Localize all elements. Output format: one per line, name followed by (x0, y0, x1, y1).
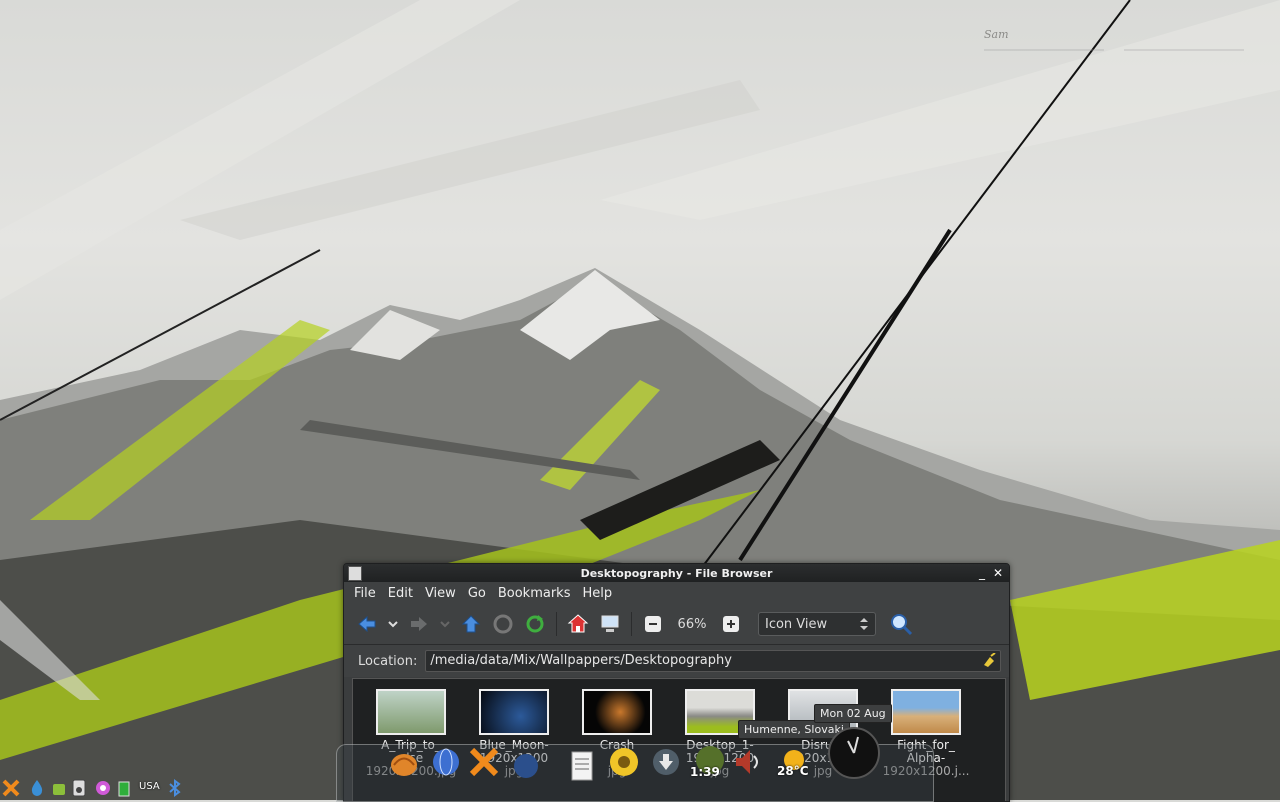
artist-signature: Sam (984, 28, 1009, 41)
system-tray (0, 776, 190, 800)
bluetooth-icon[interactable] (166, 779, 184, 797)
clear-icon[interactable] (982, 653, 996, 667)
analog-clock-widget[interactable] (828, 727, 880, 779)
forward-arrow-icon (411, 617, 427, 631)
toolbar-separator (631, 612, 632, 636)
date-tooltip: Mon 02 Aug (814, 704, 892, 723)
zoom-out-button[interactable] (638, 609, 668, 639)
menu-bar: File Edit View Go Bookmarks Help (344, 582, 1009, 604)
location-input[interactable]: /media/data/Mix/Wallpappers/Desktopograp… (425, 650, 1002, 672)
close-button[interactable]: ✕ (991, 566, 1005, 580)
location-label: Location: (358, 653, 418, 669)
flower-icon[interactable] (94, 779, 112, 797)
file-thumbnail (582, 689, 652, 735)
toolbar: 66% Icon View (344, 604, 1009, 645)
stop-button[interactable] (488, 609, 518, 639)
computer-icon (601, 615, 619, 632)
zoom-out-icon (645, 616, 661, 632)
location-path: /media/data/Mix/Wallpappers/Desktopograp… (430, 653, 732, 668)
droplet-icon[interactable] (28, 779, 46, 797)
zoom-in-icon (723, 616, 739, 632)
chevron-down-icon (388, 621, 398, 628)
window-titlebar[interactable]: Desktopography - File Browser _ ✕ (344, 564, 1009, 582)
forward-history-button[interactable] (436, 609, 454, 639)
stop-icon (493, 614, 513, 634)
wallpaper-credits-graphic (984, 44, 1264, 58)
chat-x-icon[interactable] (468, 746, 500, 778)
zoom-level: 66% (677, 616, 707, 632)
up-button[interactable] (456, 609, 486, 639)
computer-button[interactable] (595, 609, 625, 639)
menu-go[interactable]: Go (462, 586, 492, 601)
back-button[interactable] (352, 609, 382, 639)
home-icon (567, 614, 589, 633)
window-menu-icon[interactable] (348, 566, 362, 581)
reload-button[interactable] (520, 609, 550, 639)
menu-help[interactable]: Help (576, 586, 618, 601)
location-bar: Location: /media/data/Mix/Wallpappers/De… (344, 645, 1009, 677)
keyboard-layout-indicator[interactable]: USA (139, 781, 160, 792)
menu-file[interactable]: File (348, 586, 382, 601)
up-arrow-icon (461, 615, 481, 633)
window-title: Desktopography - File Browser (580, 566, 773, 580)
menu-view[interactable]: View (419, 586, 462, 601)
file-thumbnail (891, 689, 961, 735)
clock-face-icon (847, 736, 859, 754)
zoom-in-button[interactable] (716, 609, 746, 639)
battery-icon[interactable] (116, 779, 134, 797)
search-icon (891, 614, 913, 636)
browser-globe-icon[interactable] (430, 746, 462, 778)
file-thumbnail (479, 689, 549, 735)
menu-bookmarks[interactable]: Bookmarks (492, 586, 577, 601)
reload-icon (526, 615, 544, 633)
dock-clock-time: 1:39 (690, 765, 720, 779)
android-icon[interactable] (50, 779, 68, 797)
chevron-down-icon (440, 621, 450, 628)
file-thumbnail (376, 689, 446, 735)
search-button[interactable] (886, 609, 916, 639)
globe-icon[interactable] (510, 750, 542, 782)
minimize-button[interactable]: _ (975, 566, 989, 580)
chat-x-tray-icon[interactable] (2, 779, 20, 797)
home-button[interactable] (563, 609, 593, 639)
media-player-icon[interactable] (608, 746, 640, 778)
volume-icon[interactable] (732, 746, 764, 778)
speaker-icon[interactable] (70, 779, 88, 797)
forward-button[interactable] (404, 609, 434, 639)
view-mode-value: Icon View (765, 616, 828, 632)
back-arrow-icon (358, 615, 376, 633)
download-icon[interactable] (650, 746, 682, 778)
back-history-button[interactable] (384, 609, 402, 639)
weather-temperature: 28°C (777, 764, 809, 778)
toolbar-separator (556, 612, 557, 636)
document-icon[interactable] (566, 750, 598, 782)
view-mode-select[interactable]: Icon View (758, 612, 876, 636)
menu-edit[interactable]: Edit (382, 586, 419, 601)
updown-arrows-icon (860, 618, 868, 630)
shell-icon[interactable] (388, 748, 420, 780)
